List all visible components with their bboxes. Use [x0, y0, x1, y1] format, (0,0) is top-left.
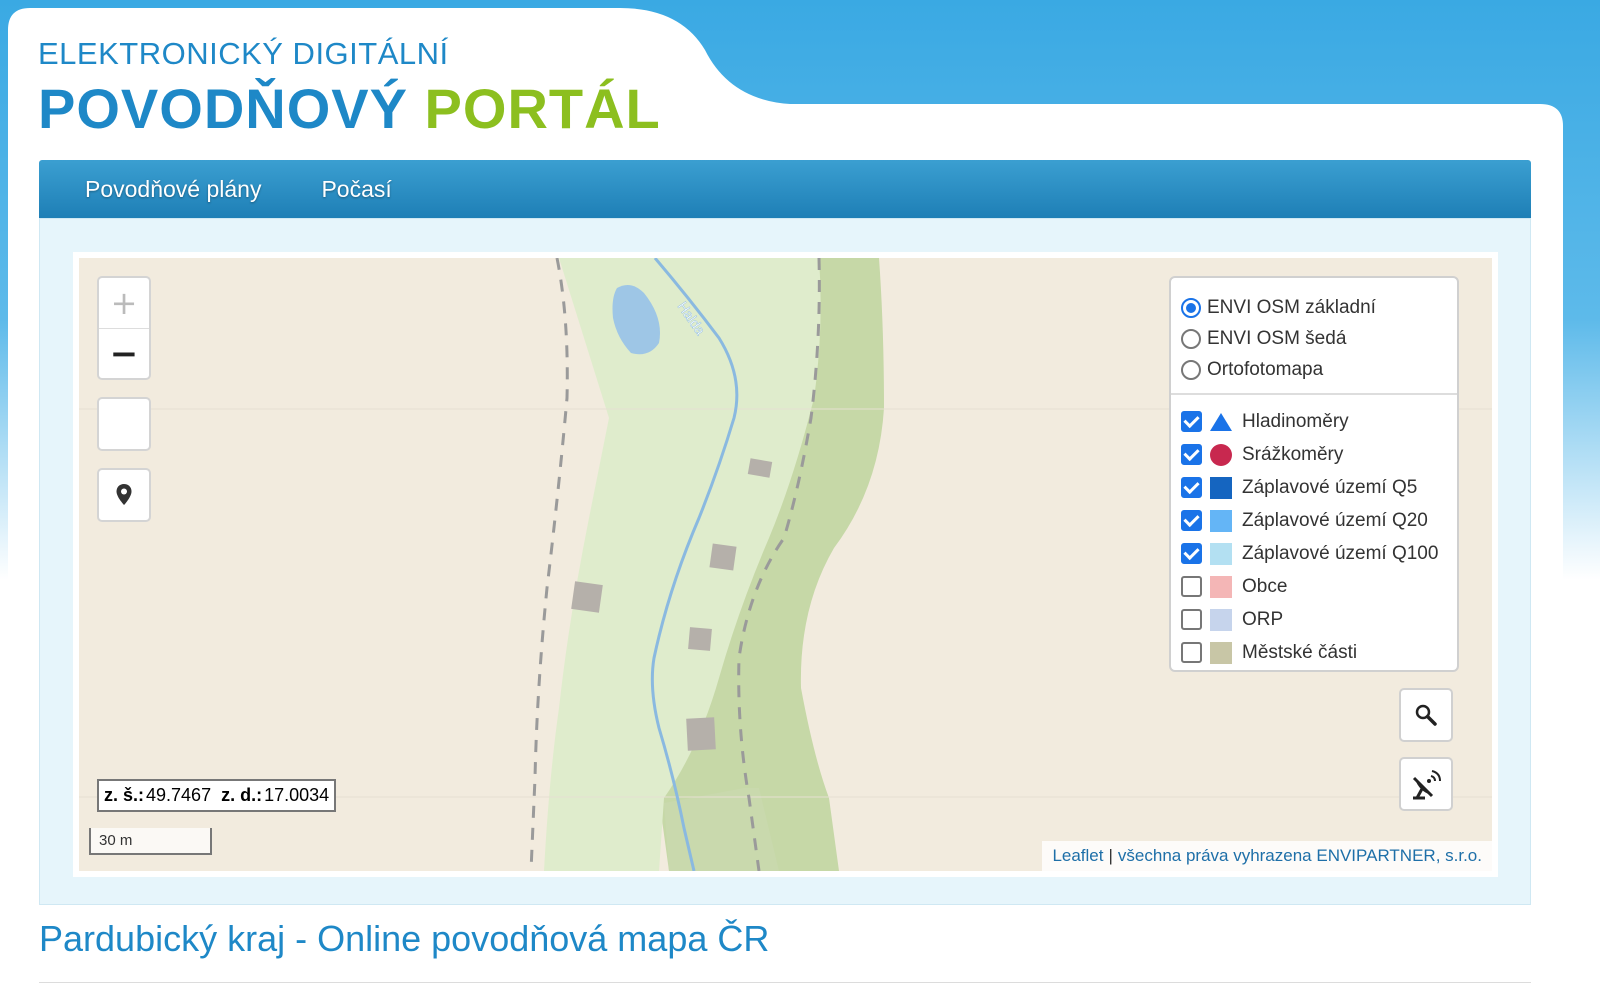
radio-selected[interactable]: [1181, 297, 1201, 318]
rain-gauge-dot-icon: [1210, 443, 1232, 466]
checkbox-checked[interactable]: [1181, 477, 1202, 498]
checkbox-checked[interactable]: [1181, 444, 1202, 465]
building: [709, 543, 737, 571]
building: [686, 717, 716, 751]
lon-label: z. d.:: [221, 785, 263, 805]
map-frame: Halda + − ENVI OSM základní ENVI OSM šed…: [73, 252, 1498, 877]
overlay-option[interactable]: Záplavové území Q100: [1181, 537, 1447, 570]
checkbox[interactable]: [1181, 609, 1202, 630]
fullscreen-button[interactable]: [97, 397, 151, 451]
radio[interactable]: [1181, 328, 1201, 349]
color-swatch: [1210, 476, 1232, 499]
overlay-label: ORP: [1242, 608, 1284, 630]
base-layer-option[interactable]: ENVI OSM základní: [1181, 292, 1447, 323]
color-swatch: [1210, 542, 1232, 565]
locate-button[interactable]: [97, 468, 151, 522]
zoom-in-button[interactable]: +: [99, 278, 149, 328]
satellite-button[interactable]: [1399, 757, 1453, 811]
map-panel: Halda + − ENVI OSM základní ENVI OSM šed…: [39, 218, 1531, 905]
base-layer-option[interactable]: Ortofotomapa: [1181, 354, 1447, 385]
base-layer-label: ENVI OSM základní: [1207, 296, 1376, 318]
overlay-label: Městské části: [1242, 641, 1358, 663]
lat-value: 49.7467: [146, 785, 212, 805]
overlay-label: Obce: [1242, 575, 1288, 597]
radio[interactable]: [1181, 359, 1201, 380]
map-attribution: Leaflet | všechna práva vyhrazena ENVIPA…: [1042, 841, 1492, 871]
attribution-separator: |: [1108, 846, 1113, 865]
building: [571, 581, 603, 613]
overlay-option[interactable]: Záplavové území Q5: [1181, 471, 1447, 504]
color-swatch: [1210, 509, 1232, 532]
overlay-option[interactable]: Hladinoměry: [1181, 405, 1447, 438]
checkbox[interactable]: [1181, 576, 1202, 597]
site-title-accent: PORTÁL: [424, 77, 661, 140]
site-title[interactable]: POVODŇOVÝ PORTÁL: [38, 76, 661, 141]
checkbox-checked[interactable]: [1181, 411, 1202, 432]
site-title-main: POVODŇOVÝ: [38, 77, 408, 140]
color-swatch: [1210, 608, 1232, 631]
base-layer-option[interactable]: ENVI OSM šedá: [1181, 323, 1447, 354]
color-swatch: [1210, 641, 1232, 664]
building: [688, 627, 712, 651]
search-icon: [1415, 704, 1437, 726]
layers-separator: [1171, 393, 1457, 395]
nav-item-flood-plans[interactable]: Povodňové plány: [85, 176, 261, 203]
zoom-out-button[interactable]: −: [99, 328, 149, 378]
site-subtitle: ELEKTRONICKÝ DIGITÁLNÍ: [38, 36, 449, 71]
overlay-option[interactable]: Obce: [1181, 570, 1447, 603]
overlay-label: Záplavové území Q100: [1242, 542, 1439, 564]
checkbox-checked[interactable]: [1181, 543, 1202, 564]
base-layer-label: Ortofotomapa: [1207, 358, 1324, 380]
gauge-triangle-icon: [1210, 412, 1232, 431]
lon-value: 17.0034: [264, 785, 330, 805]
location-pin-icon: [116, 484, 132, 505]
scale-bar: 30 m: [89, 828, 212, 855]
color-swatch: [1210, 575, 1232, 598]
layers-control: ENVI OSM základní ENVI OSM šedá Ortofoto…: [1169, 276, 1459, 672]
overlay-label: Záplavové území Q5: [1242, 476, 1418, 498]
nav-item-weather[interactable]: Počasí: [321, 176, 391, 203]
map[interactable]: Halda + − ENVI OSM základní ENVI OSM šed…: [79, 258, 1492, 871]
overlay-label: Hladinoměry: [1242, 410, 1349, 432]
base-layer-label: ENVI OSM šedá: [1207, 327, 1347, 349]
main-nav: Povodňové plány Počasí: [39, 160, 1531, 218]
overlay-option[interactable]: Městské části: [1181, 636, 1447, 669]
leaflet-link[interactable]: Leaflet: [1052, 846, 1103, 866]
coordinates-display: z. š.: 49.7467 z. d.: 17.0034: [97, 779, 337, 812]
clearing-area: [664, 788, 779, 871]
divider: [39, 982, 1531, 983]
rights-link[interactable]: všechna práva vyhrazena ENVIPARTNER, s.r…: [1118, 846, 1482, 866]
overlay-option[interactable]: ORP: [1181, 603, 1447, 636]
overlay-label: Záplavové území Q20: [1242, 509, 1428, 531]
checkbox-checked[interactable]: [1181, 510, 1202, 531]
zoom-control: + −: [97, 276, 151, 380]
overlay-label: Srážkoměry: [1242, 443, 1344, 465]
lat-label: z. š.:: [104, 785, 145, 805]
search-button[interactable]: [1399, 688, 1453, 742]
satellite-dish-icon: [1412, 770, 1441, 800]
page-title: Pardubický kraj - Online povodňová mapa …: [39, 918, 770, 959]
checkbox[interactable]: [1181, 642, 1202, 663]
overlay-option[interactable]: Srážkoměry: [1181, 438, 1447, 471]
overlay-option[interactable]: Záplavové území Q20: [1181, 504, 1447, 537]
